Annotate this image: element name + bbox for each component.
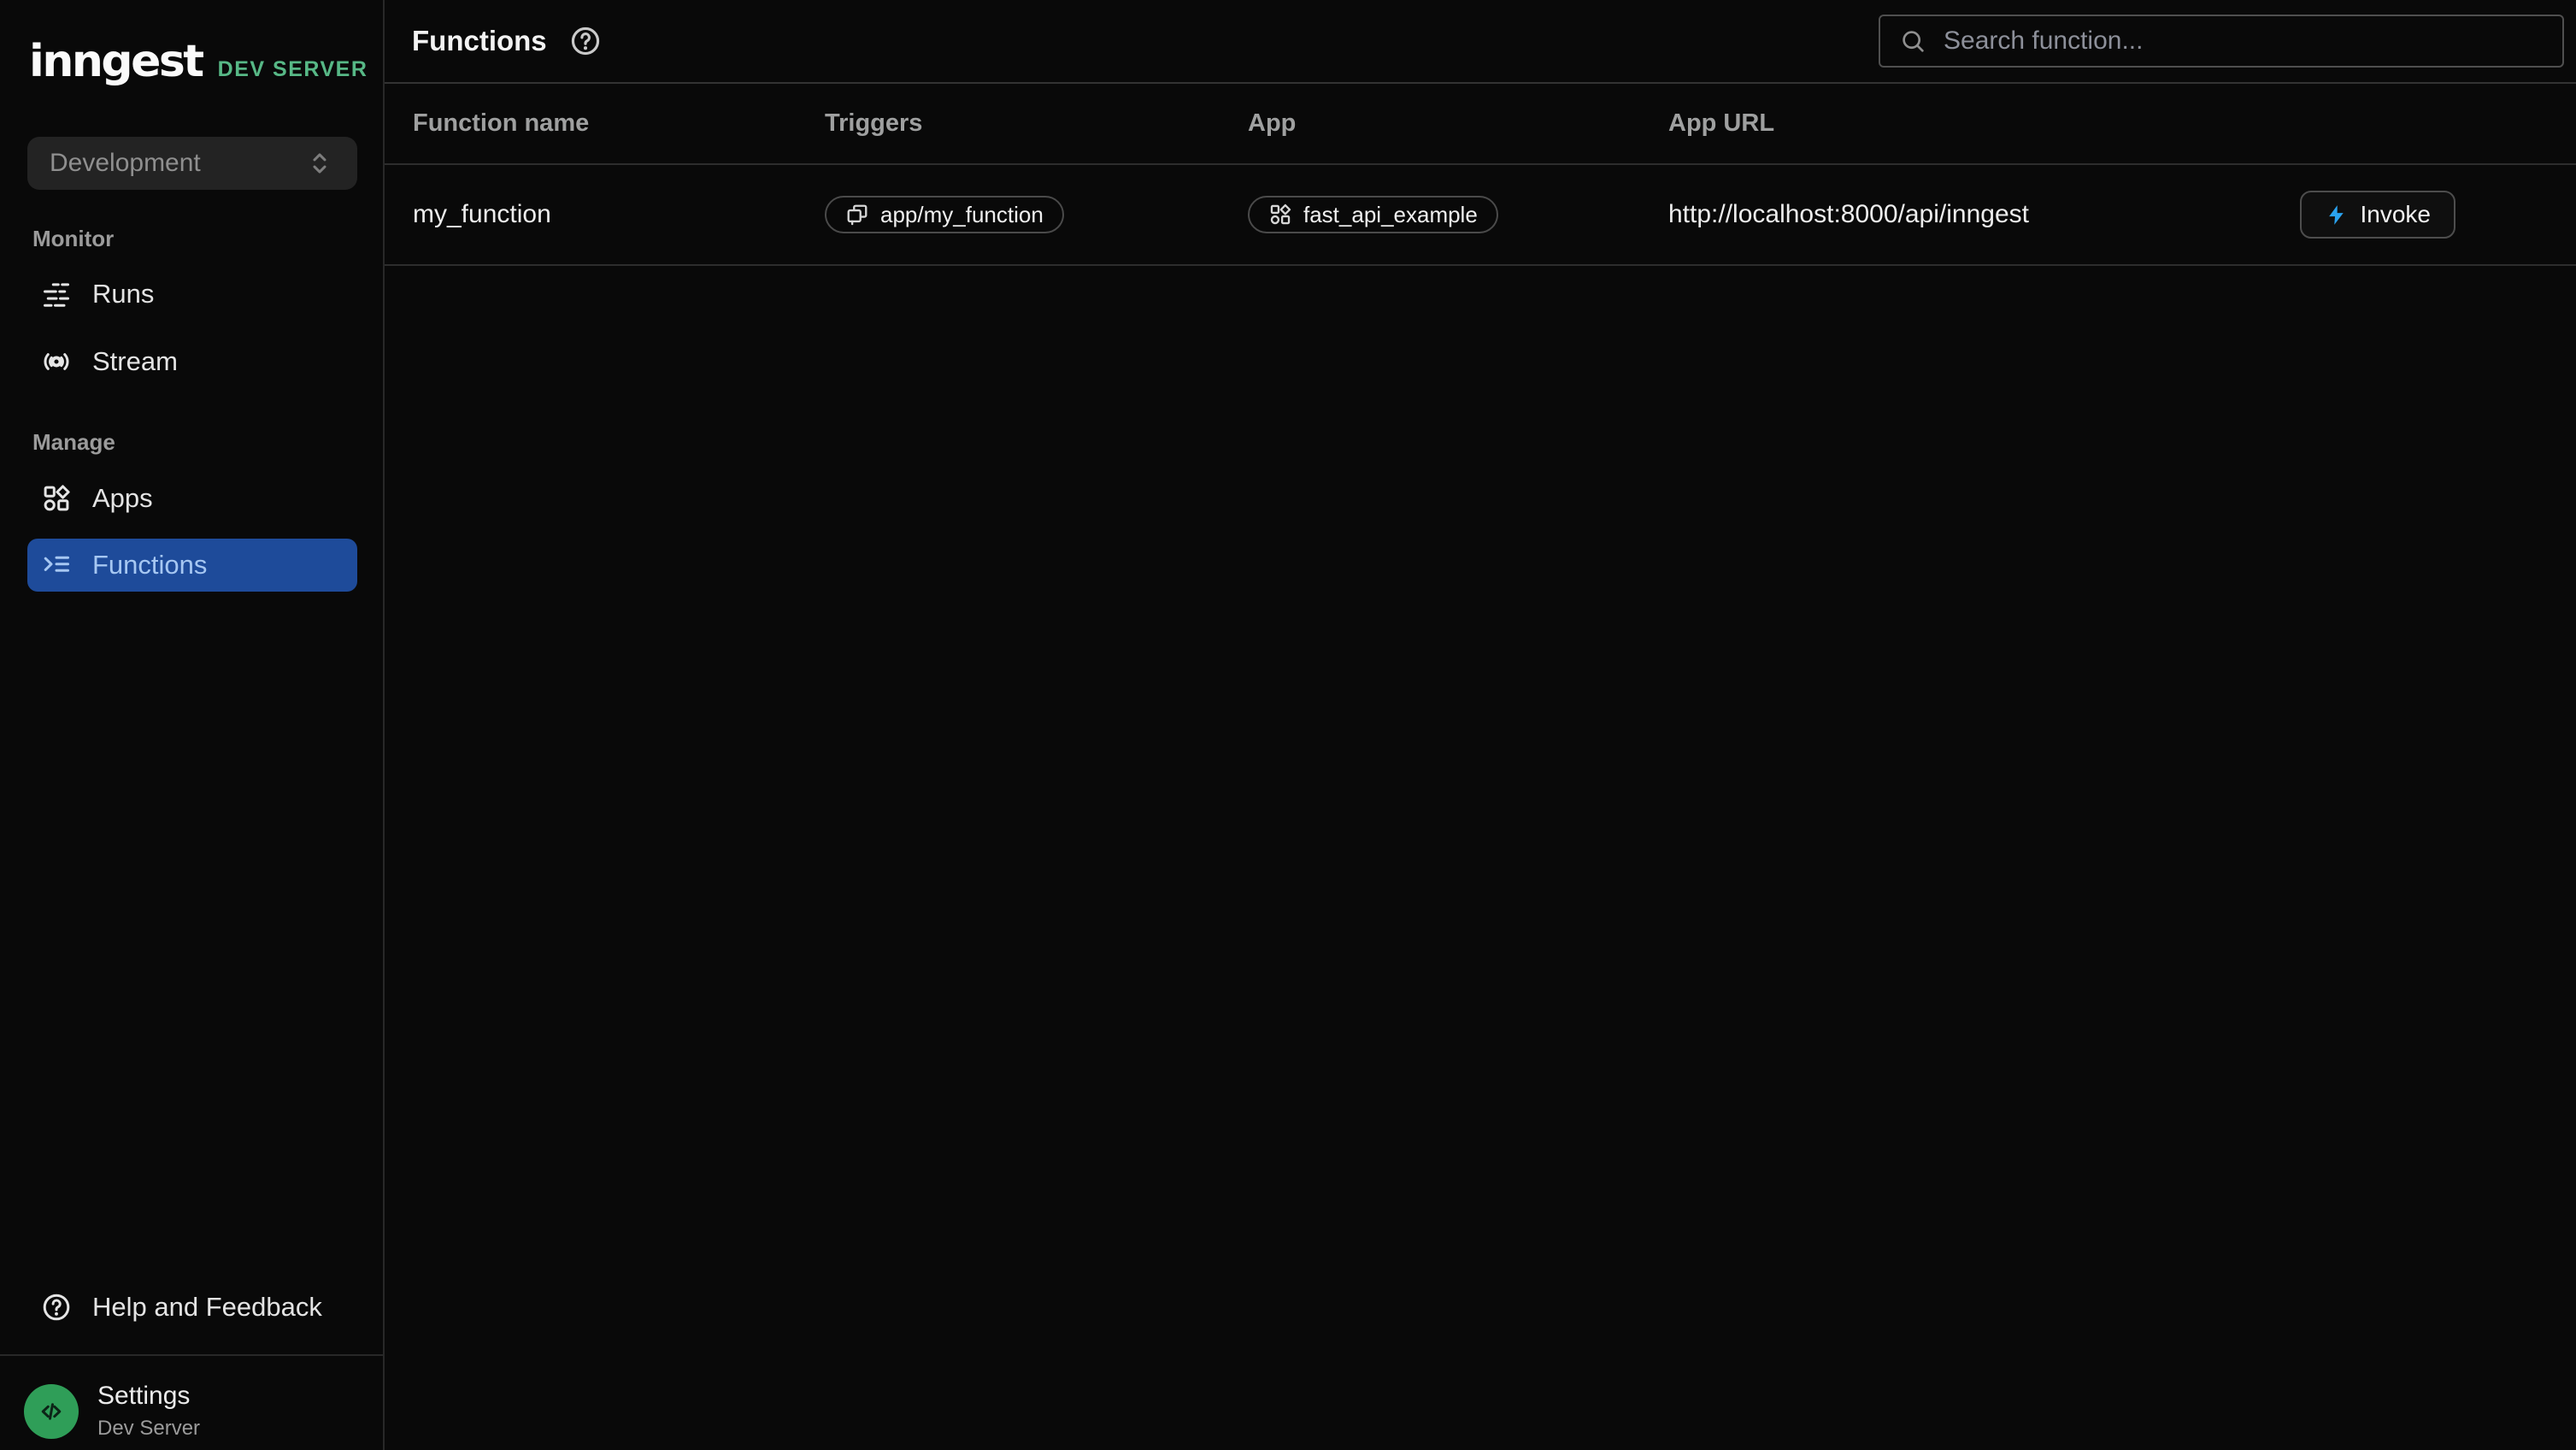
stream-icon bbox=[41, 346, 72, 377]
code-icon bbox=[36, 1396, 67, 1427]
app-root: inngest DEV SERVER Development Monitor R… bbox=[0, 0, 2576, 1450]
sidebar-item-label: Help and Feedback bbox=[92, 1292, 322, 1323]
invoke-trigger-icon bbox=[845, 203, 869, 227]
lightning-icon bbox=[2325, 203, 2348, 227]
sidebar-item-label: Functions bbox=[92, 550, 207, 581]
functions-icon bbox=[41, 550, 72, 581]
settings-text: Settings Dev Server bbox=[97, 1382, 200, 1441]
triggers-cell: app/my_function bbox=[825, 196, 1248, 233]
column-header-function-name: Function name bbox=[413, 109, 825, 138]
trigger-badge-label: app/my_function bbox=[880, 202, 1044, 228]
sidebar-item-runs[interactable]: Runs bbox=[27, 268, 357, 321]
column-header-triggers: Triggers bbox=[825, 109, 1248, 138]
apps-icon bbox=[41, 483, 72, 514]
trigger-badge[interactable]: app/my_function bbox=[825, 196, 1064, 233]
workspace-select[interactable]: Development bbox=[27, 137, 357, 190]
nav-section-manage: Manage bbox=[32, 429, 115, 456]
invoke-button-label: Invoke bbox=[2361, 201, 2432, 228]
app-badge[interactable]: fast_api_example bbox=[1248, 196, 1498, 233]
sidebar-item-settings[interactable]: Settings Dev Server bbox=[24, 1382, 200, 1441]
main-content: Functions Function name Triggers App bbox=[385, 0, 2576, 1450]
search-icon bbox=[1899, 27, 1926, 55]
table-header: Function name Triggers App App URL bbox=[385, 84, 2576, 165]
column-header-app: App bbox=[1248, 109, 1668, 138]
circle-question-icon bbox=[41, 1292, 72, 1323]
sidebar-item-apps[interactable]: Apps bbox=[27, 472, 357, 525]
function-name-cell[interactable]: my_function bbox=[413, 200, 825, 229]
dev-server-badge: DEV SERVER bbox=[218, 57, 368, 82]
column-header-app-url: App URL bbox=[1668, 109, 2455, 138]
runs-icon bbox=[41, 279, 72, 309]
settings-title: Settings bbox=[97, 1382, 200, 1411]
sidebar-divider bbox=[0, 1354, 383, 1356]
sidebar-item-help-and-feedback[interactable]: Help and Feedback bbox=[27, 1281, 357, 1334]
topbar: Functions bbox=[385, 0, 2576, 84]
circle-question-icon bbox=[569, 25, 602, 57]
sidebar-item-label: Apps bbox=[92, 483, 153, 514]
search-input[interactable] bbox=[1942, 26, 2544, 56]
app-icon bbox=[1268, 203, 1292, 227]
sidebar-item-stream[interactable]: Stream bbox=[27, 335, 357, 388]
app-url-cell: http://localhost:8000/api/inngest bbox=[1668, 200, 2300, 229]
invoke-button[interactable]: Invoke bbox=[2300, 191, 2456, 239]
workspace-select-value: Development bbox=[50, 149, 201, 178]
page-help-button[interactable] bbox=[569, 25, 602, 57]
table-row[interactable]: my_function app/my_function bbox=[385, 165, 2576, 266]
inngest-logo: inngest bbox=[29, 39, 203, 84]
nav-section-monitor: Monitor bbox=[32, 226, 114, 252]
app-cell: fast_api_example bbox=[1248, 196, 1668, 233]
sidebar-item-functions[interactable]: Functions bbox=[27, 539, 357, 592]
app-badge-label: fast_api_example bbox=[1303, 202, 1478, 228]
dev-server-avatar bbox=[24, 1384, 79, 1439]
search-box[interactable] bbox=[1879, 15, 2564, 68]
sidebar-item-label: Runs bbox=[92, 279, 154, 309]
chevrons-up-down-icon bbox=[304, 148, 335, 179]
settings-subtitle: Dev Server bbox=[97, 1417, 200, 1441]
sidebar-item-label: Stream bbox=[92, 346, 178, 377]
sidebar: inngest DEV SERVER Development Monitor R… bbox=[0, 0, 385, 1450]
page-title: Functions bbox=[412, 25, 547, 57]
actions-cell: Invoke bbox=[2300, 191, 2456, 239]
logo: inngest DEV SERVER bbox=[29, 39, 368, 84]
